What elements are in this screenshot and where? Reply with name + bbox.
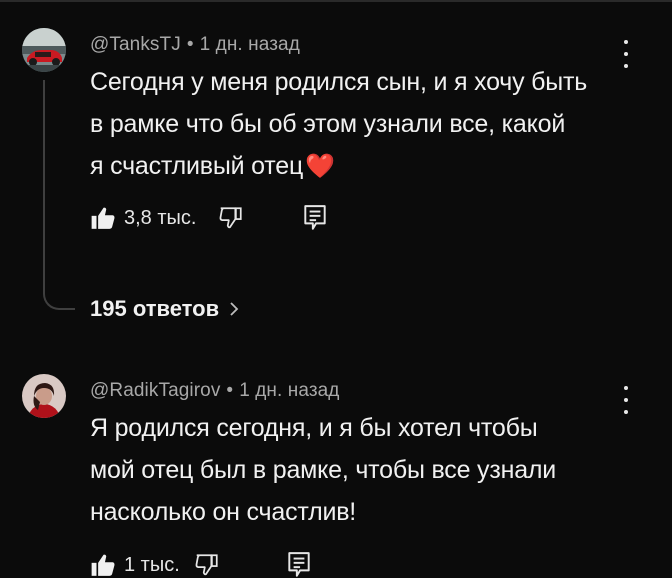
meta-separator: • — [186, 34, 194, 55]
comment-time: 1 дн. назад — [239, 380, 340, 401]
comment-text-line: мой отец был в рамке, чтобы все узнали — [90, 456, 557, 484]
more-icon[interactable] — [619, 40, 633, 68]
comments-page: @TanksTJ • 1 дн. назад Сегодня у меня роди… — [0, 0, 672, 578]
dislike-icon — [220, 207, 243, 229]
top-divider — [0, 0, 672, 2]
comment-text-line: я счастливый отец❤️ — [90, 145, 587, 188]
meta-separator: • — [226, 380, 234, 401]
avatar[interactable] — [22, 374, 66, 418]
heart-emoji: ❤️ — [305, 153, 335, 180]
reply-icon — [304, 205, 327, 230]
comment-actions: 3,8 тыс. — [90, 201, 328, 235]
comment-meta: @TanksTJ • 1 дн. назад — [90, 34, 300, 56]
comment-text-line: насколько он счастлив! — [90, 498, 357, 526]
comment-time: 1 дн. назад — [199, 34, 300, 55]
comment-text: Сегодня у меня родился сын, и я хочу быт… — [90, 61, 587, 188]
comment-actions: 1 тыс. — [90, 548, 312, 578]
like-button[interactable]: 3,8 тыс. — [90, 205, 196, 231]
like-icon — [91, 207, 115, 229]
comment-text-line: Я родился сегодня, и я бы хотел чтобы — [90, 414, 538, 442]
reply-icon — [288, 552, 310, 577]
replies-count: 195 ответов — [90, 296, 220, 321]
like-icon — [91, 554, 115, 576]
dislike-button[interactable] — [194, 552, 220, 578]
avatar[interactable] — [22, 28, 66, 72]
like-button[interactable]: 1 тыс. — [90, 552, 180, 578]
comment-text-line: в рамке что бы об этом узнали все, какой — [90, 110, 566, 138]
reply-button[interactable] — [286, 551, 312, 578]
like-count: 1 тыс. — [124, 553, 180, 576]
comment-text: Я родился сегодня, и я бы хотел чтобы мо… — [90, 407, 556, 533]
thread-line — [43, 80, 75, 310]
dislike-icon — [195, 554, 218, 576]
chevron-right-icon — [230, 302, 239, 316]
more-icon[interactable] — [619, 386, 633, 414]
comment-text-line: Сегодня у меня родился сын, и я хочу быт… — [90, 68, 588, 96]
reply-button[interactable] — [302, 204, 328, 232]
author-name[interactable]: @TanksTJ — [90, 34, 181, 55]
like-count: 3,8 тыс. — [124, 206, 197, 229]
dislike-button[interactable] — [218, 205, 244, 231]
comment-meta: @RadikTagirov • 1 дн. назад — [90, 380, 339, 402]
replies-link[interactable]: 195 ответов — [90, 296, 239, 322]
comment-text-line-content: я счастливый отец — [90, 152, 304, 180]
author-name[interactable]: @RadikTagirov — [90, 380, 220, 401]
